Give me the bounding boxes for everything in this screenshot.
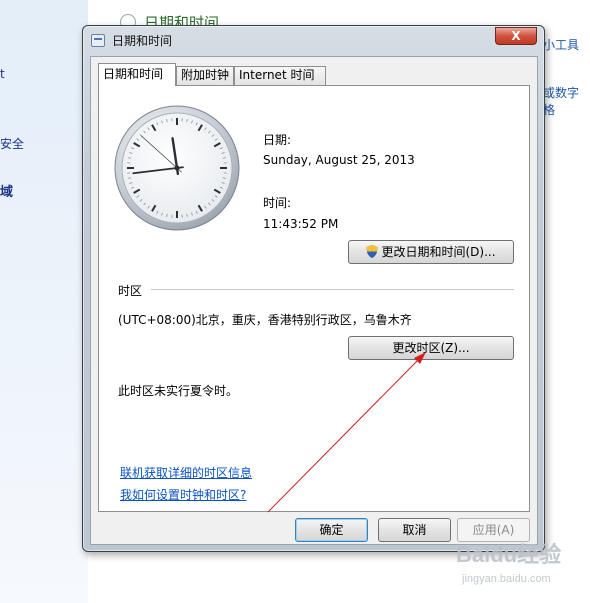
timezone-divider: [151, 289, 514, 290]
dialog-client-area: 日期和时间 附加时钟 Internet 时间 日期: Sunday, Augus…: [90, 56, 538, 545]
sidebar-item-fragment[interactable]: t: [0, 67, 5, 81]
cancel-button[interactable]: 取消: [378, 518, 451, 542]
tab-date-time[interactable]: 日期和时间: [98, 63, 176, 86]
tab-internet-time[interactable]: Internet 时间: [234, 66, 326, 85]
change-date-time-label: 更改日期和时间(D)...: [381, 245, 496, 259]
title-bar[interactable]: 日期和时间 X: [83, 26, 544, 54]
date-time-dialog: 日期和时间 X 日期和时间 附加时钟 Internet 时间 日期: Sunda…: [82, 25, 545, 552]
change-timezone-button[interactable]: 更改时区(Z)...: [348, 336, 514, 360]
number-format-link[interactable]: 或数字格: [543, 84, 590, 118]
tab-additional-clocks[interactable]: 附加时钟: [176, 66, 234, 85]
control-panel-sidebar: t 安全 域: [0, 0, 88, 603]
analog-clock: [114, 105, 240, 231]
date-value: Sunday, August 25, 2013: [263, 153, 415, 167]
time-label: 时间:: [263, 196, 292, 210]
timezone-header: 时区: [118, 284, 143, 298]
tab-panel: 日期: Sunday, August 25, 2013 时间: 11:43:52…: [98, 85, 530, 512]
online-timezone-info-link[interactable]: 联机获取详细的时区信息: [120, 464, 252, 481]
how-to-set-clock-link[interactable]: 我如何设置时钟和时区?: [120, 486, 246, 503]
change-date-time-button[interactable]: 更改日期和时间(D)...: [348, 240, 514, 264]
sidebar-item-security[interactable]: 安全: [0, 135, 24, 152]
gadgets-link[interactable]: 小工具: [543, 36, 579, 53]
time-value: 11:43:52 PM: [263, 217, 339, 231]
date-time-app-icon: [91, 34, 105, 47]
ok-button[interactable]: 确定: [295, 518, 368, 542]
uac-shield-icon: [366, 245, 378, 258]
date-label: 日期:: [263, 133, 292, 147]
dst-note: 此时区未实行夏令时。: [118, 384, 239, 398]
close-button[interactable]: X: [495, 27, 537, 45]
baidu-jingyan-watermark: Baidu经验 jingyan.baidu.com: [456, 542, 561, 585]
timezone-value: (UTC+08:00)北京，重庆，香港特别行政区，乌鲁木齐: [118, 313, 412, 327]
window-title: 日期和时间: [112, 34, 173, 48]
watermark-brand: Baidu经验: [456, 542, 561, 567]
sidebar-item-region[interactable]: 域: [0, 181, 13, 200]
watermark-url: jingyan.baidu.com: [461, 573, 551, 585]
